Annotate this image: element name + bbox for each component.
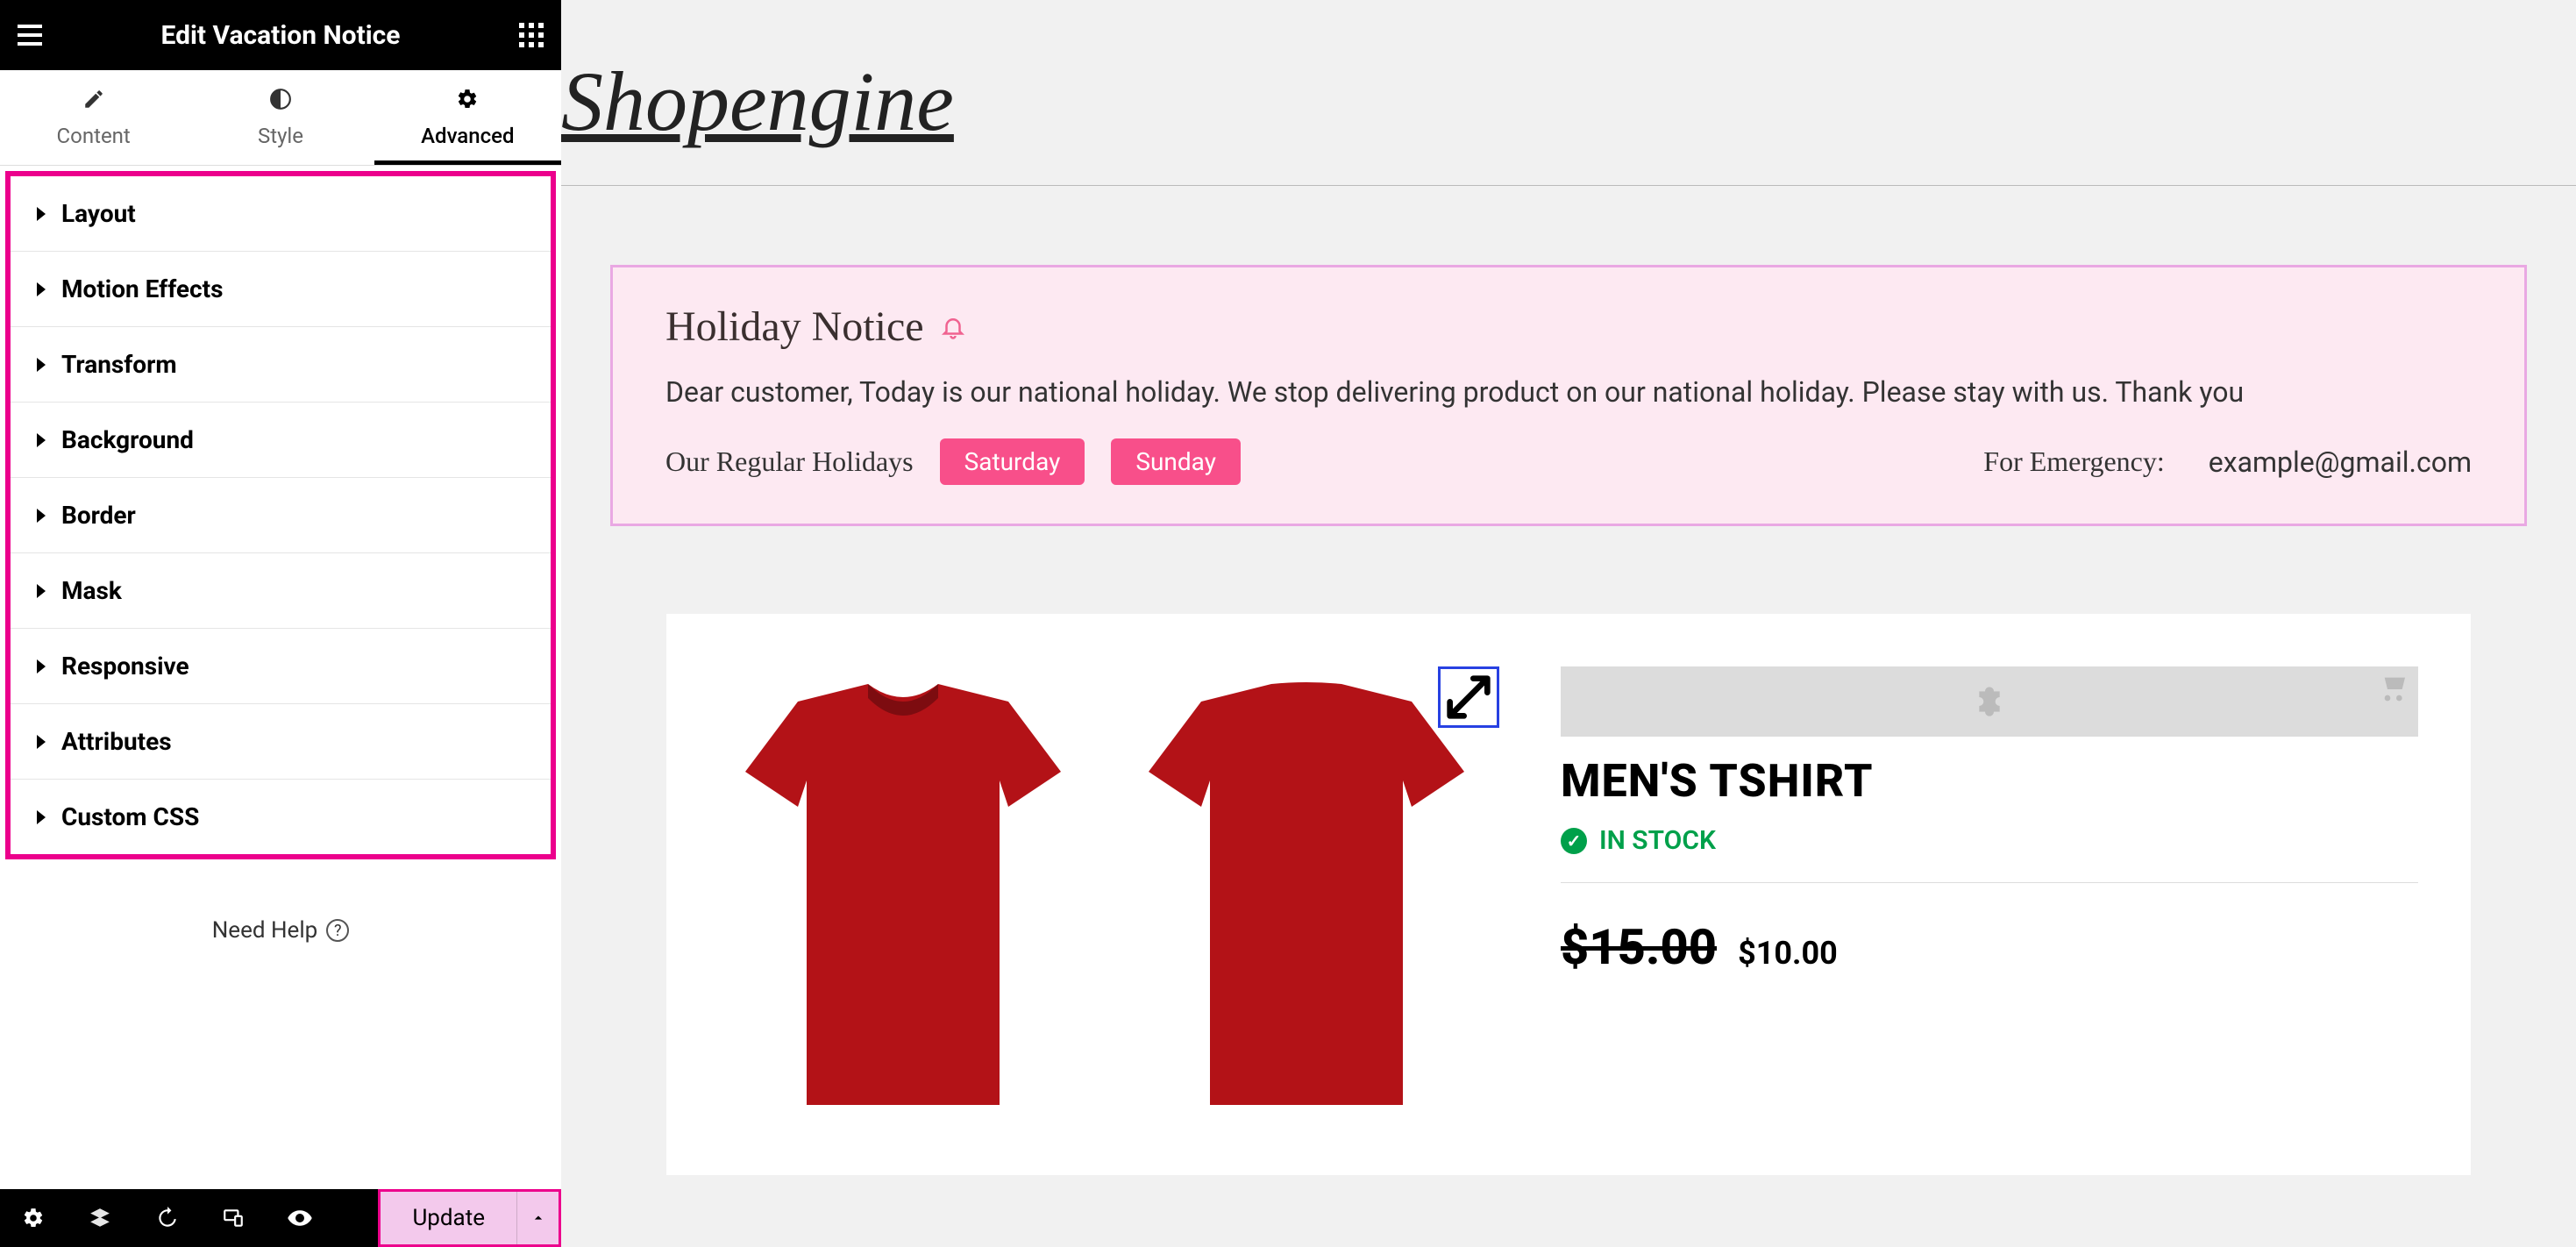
product-price: $15.00 $10.00 [1561, 918, 2418, 976]
update-button[interactable]: Update [381, 1205, 516, 1231]
apps-grid-icon[interactable] [519, 23, 544, 47]
product-gallery [719, 666, 1491, 1122]
gear-icon [374, 88, 561, 117]
section-mask[interactable]: Mask [11, 553, 551, 629]
site-logo[interactable]: Shopengine [561, 0, 2576, 185]
update-options-button[interactable] [516, 1192, 559, 1244]
product-details: MEN'S TSHIRT ✓ IN STOCK $15.00 $10.00 [1561, 666, 2418, 1122]
section-background[interactable]: Background [11, 403, 551, 478]
cart-icon [2374, 672, 2409, 707]
section-layout[interactable]: Layout [11, 176, 551, 252]
advanced-sections-highlight: Layout Motion Effects Transform Backgrou… [5, 171, 556, 859]
divider [561, 185, 2576, 186]
update-area-highlight: Update [378, 1189, 561, 1247]
widget-placeholder[interactable] [1561, 666, 2418, 737]
editor-canvas: Shopengine Holiday Notice Dear customer,… [561, 0, 2576, 1247]
menu-icon[interactable] [18, 25, 42, 46]
product-title: MEN'S TSHIRT [1561, 754, 2418, 808]
section-border[interactable]: Border [11, 478, 551, 553]
history-icon[interactable] [133, 1189, 200, 1247]
caret-right-icon [37, 207, 46, 221]
contrast-icon [187, 88, 374, 117]
check-circle-icon: ✓ [1561, 828, 1587, 854]
divider [1561, 882, 2418, 883]
caret-right-icon [37, 810, 46, 824]
sidebar-title: Edit Vacation Notice [42, 20, 519, 51]
emergency-email: example@gmail.com [2209, 445, 2472, 479]
section-motion-effects[interactable]: Motion Effects [11, 252, 551, 327]
bell-icon [940, 314, 966, 340]
product-card: MEN'S TSHIRT ✓ IN STOCK $15.00 $10.00 [666, 614, 2471, 1175]
caret-right-icon [37, 433, 46, 447]
editor-sidebar: Edit Vacation Notice Content Style [0, 0, 561, 1247]
product-image-back[interactable] [1122, 666, 1491, 1122]
caret-right-icon [37, 735, 46, 749]
caret-right-icon [37, 282, 46, 296]
section-attributes[interactable]: Attributes [11, 704, 551, 780]
tab-style[interactable]: Style [187, 70, 374, 165]
caret-right-icon [37, 659, 46, 673]
tab-content[interactable]: Content [0, 70, 187, 165]
bottom-toolbar: Update [0, 1189, 561, 1247]
responsive-icon[interactable] [200, 1189, 267, 1247]
regular-holidays-label: Our Regular Holidays [665, 445, 914, 478]
need-help-link[interactable]: Need Help ? [0, 865, 561, 961]
sidebar-header: Edit Vacation Notice [0, 0, 561, 70]
tab-advanced[interactable]: Advanced [374, 70, 561, 165]
section-transform[interactable]: Transform [11, 327, 551, 403]
product-image-front[interactable] [719, 666, 1087, 1122]
holiday-notice-widget[interactable]: Holiday Notice Dear customer, Today is o… [610, 265, 2527, 526]
settings-icon[interactable] [0, 1189, 67, 1247]
pencil-icon [0, 88, 187, 117]
preview-icon[interactable] [267, 1189, 333, 1247]
emergency-label: For Emergency: [1983, 445, 2164, 478]
holiday-day-saturday[interactable]: Saturday [940, 438, 1085, 485]
caret-right-icon [37, 584, 46, 598]
editor-tabs: Content Style Advanced [0, 70, 561, 166]
notice-message: Dear customer, Today is our national hol… [665, 375, 2472, 409]
navigator-icon[interactable] [67, 1189, 133, 1247]
caret-right-icon [37, 509, 46, 523]
old-price: $15.00 [1561, 918, 1717, 976]
section-responsive[interactable]: Responsive [11, 629, 551, 704]
stock-status: ✓ IN STOCK [1561, 825, 2418, 856]
caret-right-icon [37, 358, 46, 372]
notice-title: Holiday Notice [665, 303, 924, 351]
new-price: $10.00 [1738, 935, 1838, 972]
expand-image-button[interactable] [1438, 666, 1499, 728]
holiday-day-sunday[interactable]: Sunday [1111, 438, 1241, 485]
help-icon: ? [326, 919, 349, 942]
section-custom-css[interactable]: Custom CSS [11, 780, 551, 854]
